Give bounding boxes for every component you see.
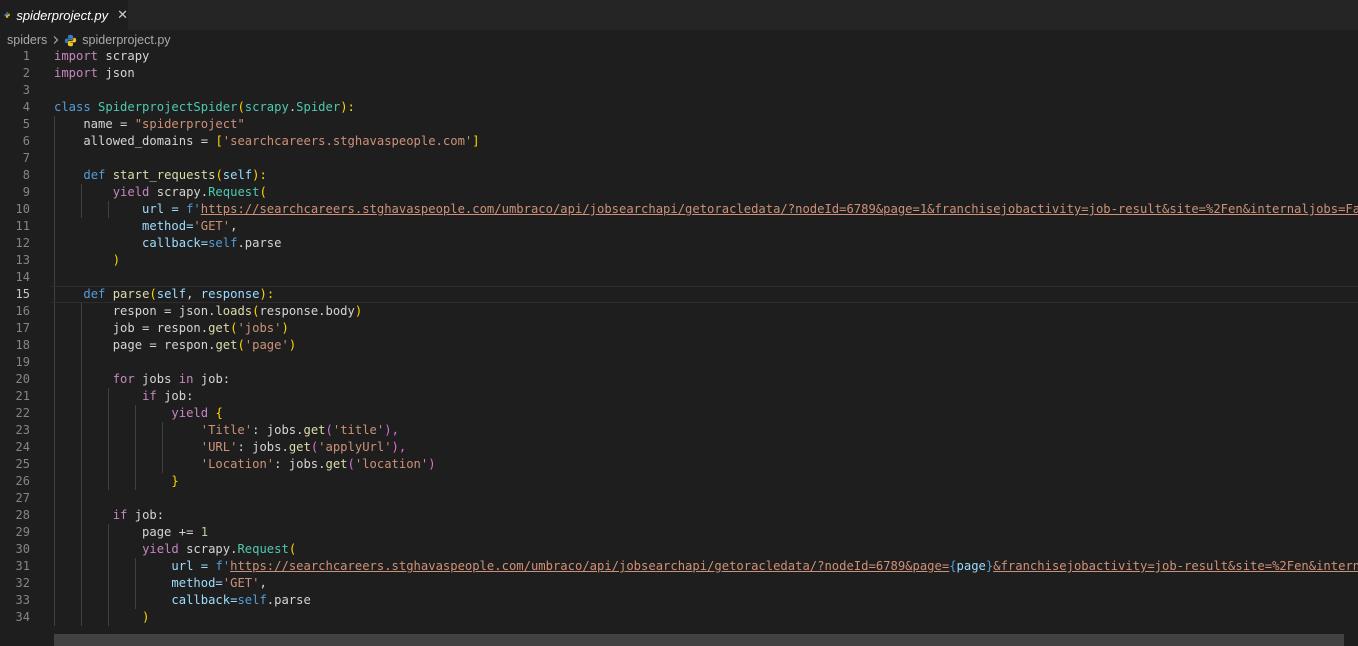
code-line[interactable]: 13 ): [0, 252, 1358, 269]
code-line[interactable]: 20 for jobs in job:: [0, 371, 1358, 388]
tab-label: spiderproject.py: [16, 7, 109, 23]
code-line[interactable]: 29 page += 1: [0, 524, 1358, 541]
tab-spiderproject[interactable]: spiderproject.py ✕: [0, 0, 128, 30]
line-number: 4: [22, 100, 30, 114]
line-number: 7: [22, 151, 30, 165]
code-line[interactable]: 27: [0, 490, 1358, 507]
line-number: 29: [15, 525, 30, 539]
chevron-right-icon: [53, 36, 59, 44]
code-line[interactable]: 6 allowed_domains = ['searchcareers.stgh…: [0, 133, 1358, 150]
line-number: 30: [15, 542, 30, 556]
breadcrumb-folder[interactable]: spiders: [7, 33, 47, 47]
code-line[interactable]: 32 method='GET',: [0, 575, 1358, 592]
line-number: 25: [15, 457, 30, 471]
line-number: 32: [15, 576, 30, 590]
code-line[interactable]: 22 yield {: [0, 405, 1358, 422]
code-line[interactable]: 10 url = f'https://searchcareers.stghava…: [0, 201, 1358, 218]
line-number: 5: [22, 117, 30, 131]
code-line[interactable]: 8 def start_requests(self):: [0, 167, 1358, 184]
line-number: 24: [15, 440, 30, 454]
breadcrumb: spiders spiderproject.py: [7, 31, 171, 49]
line-number: 8: [22, 168, 30, 182]
code-line[interactable]: 30 yield scrapy.Request(: [0, 541, 1358, 558]
code-line[interactable]: 3: [0, 82, 1358, 99]
line-number: 31: [15, 559, 30, 573]
code-line[interactable]: 23 'Title': jobs.get('title'),: [0, 422, 1358, 439]
code-line[interactable]: 9 yield scrapy.Request(: [0, 184, 1358, 201]
python-icon: [4, 12, 10, 18]
line-number: 26: [15, 474, 30, 488]
code-line[interactable]: 33 callback=self.parse: [0, 592, 1358, 609]
line-number: 18: [15, 338, 30, 352]
code-line[interactable]: 24 'URL': jobs.get('applyUrl'),: [0, 439, 1358, 456]
line-number: 9: [22, 185, 30, 199]
line-number: 20: [15, 372, 30, 386]
code-line[interactable]: 2 import json: [0, 65, 1358, 82]
line-number: 1: [22, 49, 30, 63]
line-number: 27: [15, 491, 30, 505]
code-line[interactable]: 18 page = respon.get('page'): [0, 337, 1358, 354]
line-number: 21: [15, 389, 30, 403]
code-line[interactable]: 1 import scrapy: [0, 48, 1358, 65]
code-line[interactable]: 17 job = respon.get('jobs'): [0, 320, 1358, 337]
line-number: 2: [22, 66, 30, 80]
line-number: 17: [15, 321, 30, 335]
code-line[interactable]: 12 callback=self.parse: [0, 235, 1358, 252]
line-number: 34: [15, 610, 30, 624]
line-number: 12: [15, 236, 30, 250]
code-line[interactable]: 4 class SpiderprojectSpider(scrapy.Spider…: [0, 99, 1358, 116]
tab-bar: spiderproject.py ✕: [0, 0, 1358, 30]
line-number: 14: [15, 270, 30, 284]
close-icon[interactable]: ✕: [117, 8, 128, 23]
line-number: 33: [15, 593, 30, 607]
code-line[interactable]: 34 ): [0, 609, 1358, 626]
code-line-current[interactable]: 15 def parse(self, response):: [0, 286, 1358, 303]
code-line[interactable]: 26 }: [0, 473, 1358, 490]
line-number: 22: [15, 406, 30, 420]
code-line[interactable]: 28 if job:: [0, 507, 1358, 524]
code-line[interactable]: 7: [0, 150, 1358, 167]
line-number: 23: [15, 423, 30, 437]
code-line[interactable]: 14: [0, 269, 1358, 286]
line-number: 6: [22, 134, 30, 148]
code-line[interactable]: 25 'Location': jobs.get('location'): [0, 456, 1358, 473]
python-icon: [65, 34, 77, 46]
line-number: 19: [15, 355, 30, 369]
code-line[interactable]: 31 url = f'https://searchcareers.stghava…: [0, 558, 1358, 575]
line-number: 16: [15, 304, 30, 318]
line-number: 10: [15, 202, 30, 216]
line-number: 13: [15, 253, 30, 267]
line-number: 11: [15, 219, 30, 233]
code-line[interactable]: 16 respon = json.loads(response.body): [0, 303, 1358, 320]
line-number: 3: [22, 83, 30, 97]
line-number: 28: [15, 508, 30, 522]
line-number: 15: [15, 287, 30, 301]
horizontal-scrollbar[interactable]: [54, 634, 1344, 646]
code-line[interactable]: 5 name = "spiderproject": [0, 116, 1358, 133]
code-line[interactable]: 11 method='GET',: [0, 218, 1358, 235]
breadcrumb-file[interactable]: spiderproject.py: [82, 33, 170, 47]
code-line[interactable]: 21 if job:: [0, 388, 1358, 405]
code-editor[interactable]: 1 import scrapy 2 import json 3 4 class Spi…: [0, 48, 1358, 632]
code-line[interactable]: 19: [0, 354, 1358, 371]
